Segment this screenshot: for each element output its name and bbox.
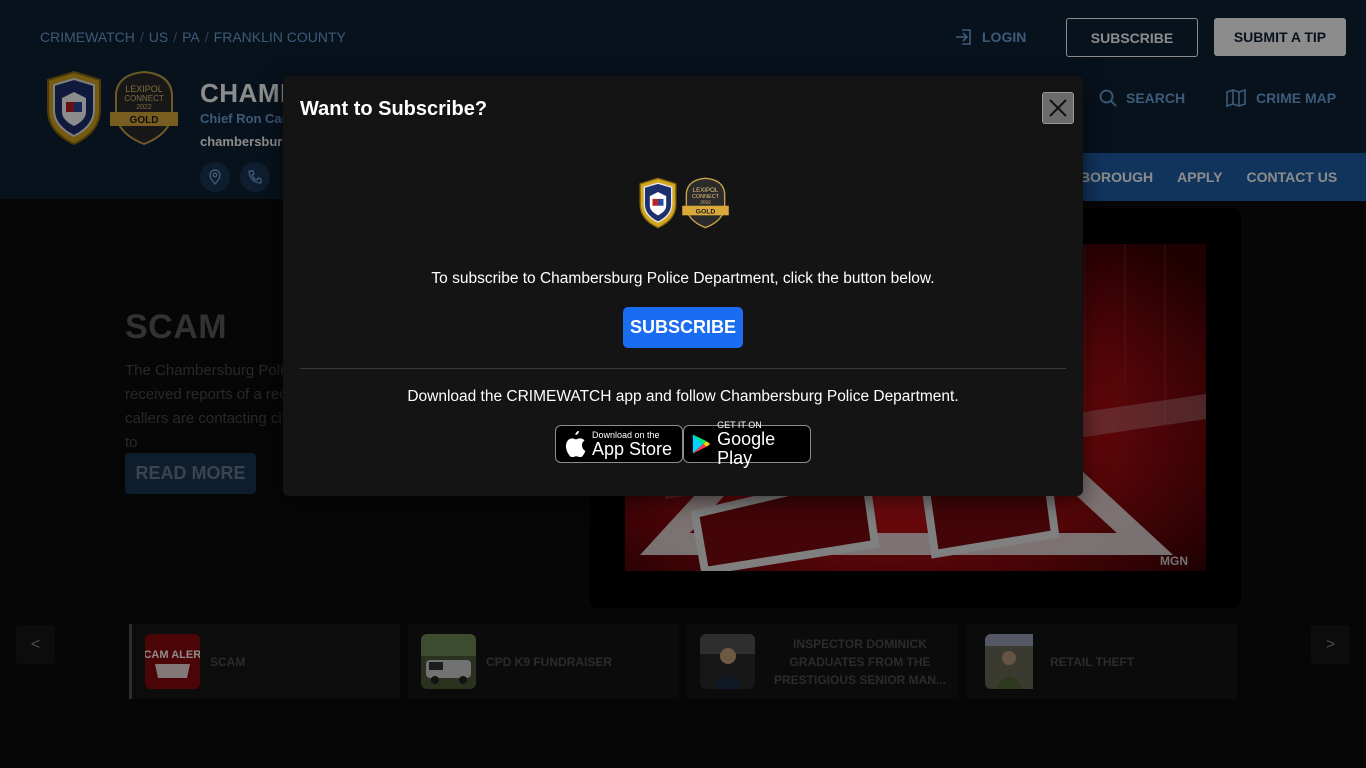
police-badge-icon xyxy=(639,177,677,229)
modal-title: Want to Subscribe? xyxy=(300,98,488,120)
app-store-badge[interactable]: Download on the App Store xyxy=(555,425,683,463)
google-play-icon xyxy=(692,434,711,454)
modal-close-button[interactable] xyxy=(1042,92,1074,124)
modal-subscribe-button[interactable]: SUBSCRIBE xyxy=(623,307,743,348)
svg-text:CONNECT: CONNECT xyxy=(692,194,720,200)
modal-app-message: Download the CRIMEWATCH app and follow C… xyxy=(407,388,959,405)
subscribe-modal: Want to Subscribe? LEXIPOL CONNECT 2022 … xyxy=(283,76,1083,496)
close-icon xyxy=(1049,99,1067,117)
apple-icon xyxy=(565,431,586,457)
modal-message: To subscribe to Chambersburg Police Depa… xyxy=(431,270,935,287)
modal-agency-logos: LEXIPOL CONNECT 2022 GOLD xyxy=(636,177,729,229)
svg-text:LEXIPOL: LEXIPOL xyxy=(693,187,719,194)
modal-divider xyxy=(300,368,1066,369)
svg-text:GOLD: GOLD xyxy=(696,208,716,215)
app-store-big-text: App Store xyxy=(592,438,673,459)
app-store-small-text: Download on the xyxy=(592,429,660,440)
google-play-big-text: Google Play xyxy=(717,429,776,468)
svg-text:2022: 2022 xyxy=(700,200,711,206)
google-play-badge[interactable]: GET IT ON Google Play xyxy=(683,420,811,468)
lexipol-badge-icon: LEXIPOL CONNECT 2022 GOLD xyxy=(682,177,729,229)
